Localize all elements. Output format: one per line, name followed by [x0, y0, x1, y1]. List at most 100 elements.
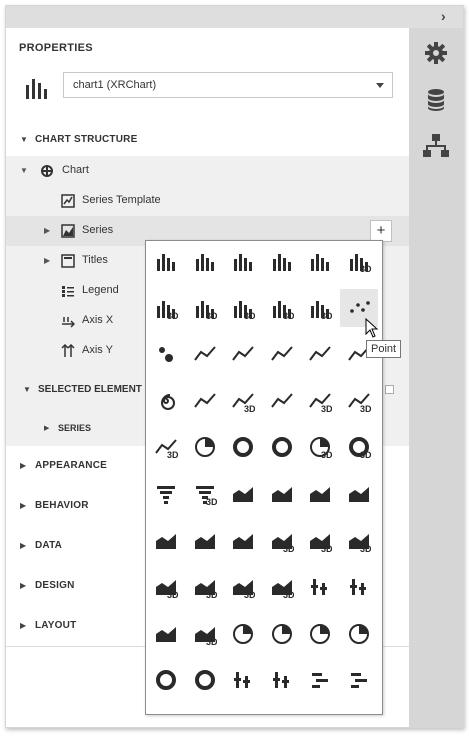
funnel-series-button[interactable]: [147, 475, 185, 513]
radar-line-icon: [271, 623, 292, 644]
tree-item-label: Axis Y: [82, 344, 113, 356]
side-by-side-stacked-bar-series-button[interactable]: [263, 242, 301, 280]
polar-line-series-button[interactable]: [147, 661, 185, 699]
range-area-series-button[interactable]: [147, 615, 185, 653]
tooltip: Point: [366, 340, 402, 358]
radar-area-series-button[interactable]: [301, 615, 339, 653]
stock-series-button[interactable]: [224, 661, 262, 699]
step-line-3d-series-button[interactable]: 3D: [301, 382, 339, 420]
stacked-spline-area-icon: [194, 533, 215, 549]
checkbox[interactable]: [385, 385, 394, 394]
pie-series-button[interactable]: [186, 428, 224, 466]
side-by-side-range-bar-series-button[interactable]: [340, 568, 378, 606]
radar-point-series-button[interactable]: [224, 615, 262, 653]
svg-text:3D: 3D: [283, 544, 294, 553]
step-area-series-button[interactable]: [340, 475, 378, 513]
chevron-down-icon: [376, 83, 384, 88]
candle-stick-series-button[interactable]: [263, 661, 301, 699]
side-by-side-stacked-bar-icon: [272, 254, 291, 271]
step-line-series-button[interactable]: [263, 335, 301, 373]
tree-item-label: Chart: [62, 164, 89, 176]
side-by-side-gantt-series-button[interactable]: [340, 661, 378, 699]
full-stacked-area-3d-series-button[interactable]: 3D: [340, 522, 378, 560]
section-chart-structure[interactable]: ▼ CHART STRUCTURE: [6, 120, 409, 160]
stacked-bar-3d-series-button[interactable]: 3D: [147, 289, 185, 327]
collapse-chevron-icon[interactable]: ›: [441, 8, 455, 24]
full-stacked-line-series-button[interactable]: [263, 382, 301, 420]
radar-line-series-button[interactable]: [263, 615, 301, 653]
full-stacked-spline-area-3d-series-button[interactable]: 3D: [263, 568, 301, 606]
bubble-series-button[interactable]: [147, 335, 185, 373]
step-line-2-series-button[interactable]: [301, 335, 339, 373]
caret-down-icon: ▼: [20, 135, 28, 144]
full-stacked-area-3d-icon: 3D: [348, 533, 371, 553]
stacked-bar-series-button[interactable]: [186, 242, 224, 280]
database-icon[interactable]: [421, 85, 451, 115]
element-selector[interactable]: chart1 (XRChart): [63, 72, 393, 98]
bar-series-button[interactable]: [147, 242, 185, 280]
section-label: APPEARANCE: [35, 460, 108, 471]
gantt-series-button[interactable]: [301, 661, 339, 699]
svg-text:3D: 3D: [244, 590, 255, 599]
scatter-line-icon: [193, 393, 216, 408]
stacked-bar-3d-icon: 3D: [157, 300, 178, 320]
manhattan-bar-3d-series-button[interactable]: 3D: [301, 289, 339, 327]
step-line-2-icon: [309, 346, 331, 361]
area-3d-series-button[interactable]: 3D: [263, 522, 301, 560]
doughnut-3d-icon: 3D: [348, 437, 371, 459]
range-area-3d-series-button[interactable]: 3D: [186, 615, 224, 653]
line-3d-icon: 3D: [232, 393, 255, 413]
side-by-side-full-stacked-bar-series-button[interactable]: [301, 242, 339, 280]
stacked-area-icon: [271, 487, 292, 502]
polar-line-icon: [156, 670, 176, 691]
full-stacked-spline-area-series-button[interactable]: [224, 522, 262, 560]
stacked-area-3d-series-button[interactable]: 3D: [301, 522, 339, 560]
spiral-series-button[interactable]: [147, 382, 185, 420]
step-line-3d-2-series-button[interactable]: 3D: [340, 382, 378, 420]
pie-3d-series-button[interactable]: 3D: [301, 428, 339, 466]
range-bar-icon: [311, 579, 327, 596]
area-series-button[interactable]: [224, 475, 262, 513]
full-stacked-bar-series-button[interactable]: [224, 242, 262, 280]
stacked-spline-area-series-button[interactable]: [186, 522, 224, 560]
side-by-side-stacked-bar-3d-series-button[interactable]: 3D: [224, 289, 262, 327]
add-series-button[interactable]: +: [370, 220, 392, 242]
polar-area-series-button[interactable]: [186, 661, 224, 699]
line-3d-series-button[interactable]: 3D: [224, 382, 262, 420]
bar-3d-series-button[interactable]: 3D: [340, 242, 378, 280]
range-bar-series-button[interactable]: [301, 568, 339, 606]
axis-y-icon: [61, 344, 75, 357]
funnel-3d-series-button[interactable]: 3D: [186, 475, 224, 513]
stacked-spline-area-3d-icon: 3D: [233, 580, 255, 599]
funnel-3d-icon: 3D: [195, 486, 217, 506]
line-series-button[interactable]: [186, 335, 224, 373]
gear-icon[interactable]: [421, 38, 451, 68]
side-by-side-full-stacked-bar-3d-series-button[interactable]: 3D: [263, 289, 301, 327]
tree-item-series-template[interactable]: Series Template: [6, 186, 409, 216]
doughnut-icon: [233, 437, 253, 458]
stacked-line-icon: [232, 346, 254, 361]
step-area-3d-series-button[interactable]: 3D: [147, 568, 185, 606]
doughnut-series-button[interactable]: [224, 428, 262, 466]
stacked-line-series-button[interactable]: [224, 335, 262, 373]
stacked-area-series-button[interactable]: [263, 475, 301, 513]
spline-area-series-button[interactable]: [147, 522, 185, 560]
hierarchy-icon[interactable]: [421, 131, 451, 161]
tree-item-chart[interactable]: ▼ Chart: [6, 156, 409, 186]
range-area-icon: [156, 626, 176, 642]
stacked-spline-area-3d-series-button[interactable]: 3D: [224, 568, 262, 606]
full-stacked-area-series-button[interactable]: [301, 475, 339, 513]
selected-element-label[interactable]: SELECTED ELEMENT: [38, 384, 142, 395]
full-stacked-bar-3d-series-button[interactable]: 3D: [186, 289, 224, 327]
spline-3d-series-button[interactable]: 3D: [147, 428, 185, 466]
doughnut-3d-series-button[interactable]: 3D: [340, 428, 378, 466]
spline-area-3d-series-button[interactable]: 3D: [186, 568, 224, 606]
full-stacked-bar-icon: [234, 254, 252, 271]
polar-point-series-button[interactable]: [340, 615, 378, 653]
section-label: BEHAVIOR: [35, 500, 89, 511]
nested-doughnut-series-button[interactable]: [263, 428, 301, 466]
full-stacked-spline-area-3d-icon: 3D: [271, 580, 294, 599]
scatter-line-series-button[interactable]: [186, 382, 224, 420]
selected-series-label[interactable]: SERIES: [58, 423, 91, 433]
section-label: DESIGN: [35, 580, 75, 591]
